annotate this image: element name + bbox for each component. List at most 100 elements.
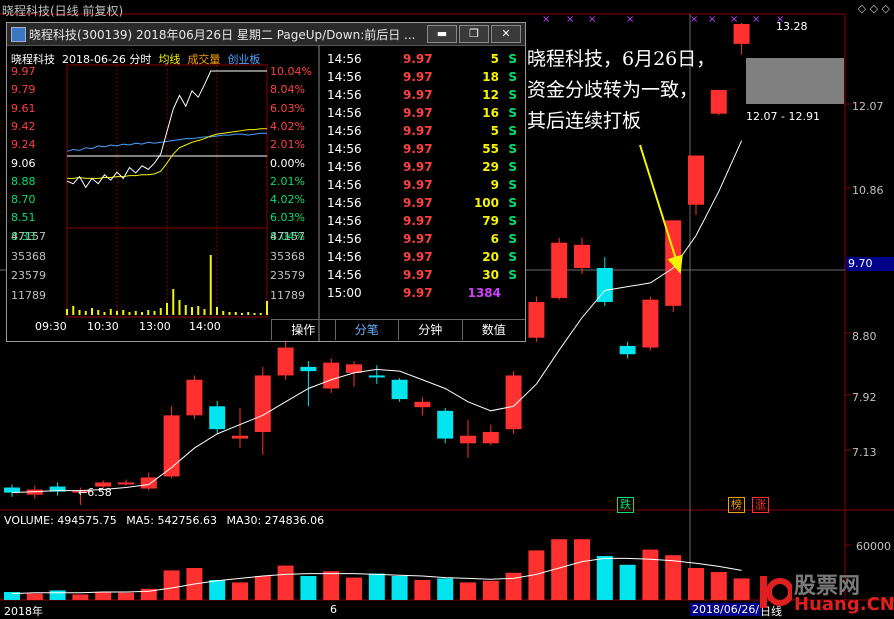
tick-time: 15:00 [327,286,362,300]
tick-time: 14:56 [327,268,362,282]
x-marker: × [752,14,760,25]
tick-side: S [508,214,517,228]
tick-price: 9.97 [403,70,433,84]
candle-body [437,410,454,439]
percent-tick: 8.04% [270,83,305,97]
candle-body [186,379,203,416]
tick-volume: 12 [482,88,499,102]
volume-bar [346,577,362,600]
volume-bar [710,572,727,600]
tick-row[interactable]: 14:56 9.97 18 S [325,70,521,88]
tick-side: S [508,106,517,120]
x-marker: × [708,14,716,25]
volume-bar [232,582,248,600]
crosshair-price-marker: 9.70 [846,257,894,271]
tick-side: S [508,196,517,210]
x-axis-month: 6 [330,603,337,616]
tick-time: 14:56 [327,250,362,264]
event-badge-rise[interactable]: 涨 [752,497,769,513]
tab-values[interactable]: 数值 [461,320,526,340]
tick-time: 14:56 [327,142,362,156]
volume-bar [414,580,431,600]
tick-price: 9.97 [403,250,433,264]
tick-row[interactable]: 14:56 9.97 6 S [325,232,521,250]
tick-row[interactable]: 14:56 9.97 20 S [325,250,521,268]
event-badge-fall[interactable]: 跌 [617,497,634,513]
tick-row[interactable]: 15:00 9.97 1384 [325,286,521,304]
tick-volume: 5 [490,52,499,66]
volume-tick: 35368 [270,249,305,263]
tick-side: S [508,250,517,264]
candle-body [688,155,704,205]
price-tick: 9.06 [11,156,36,170]
candle-body [368,375,385,378]
candle-body [574,244,590,269]
range-label: 12.07 - 12.91 [746,110,820,123]
volume-tick: 47157 [11,230,46,243]
price-tick: 9.79 [11,83,36,97]
tick-row[interactable]: 14:56 9.97 12 S [325,88,521,106]
tick-volume: 1384 [467,286,501,300]
tab-operation[interactable]: 操作 [271,320,335,340]
tick-row[interactable]: 14:56 9.97 79 S [325,214,521,232]
watermark: 股票网 Huang.CN [758,566,894,618]
time-tick: 10:30 [87,320,119,333]
volume-legend: 成交量 [187,53,221,66]
volume-tick: 35368 [11,249,46,263]
x-axis-year: 2018年 [4,605,43,618]
tick-row[interactable]: 14:56 9.97 16 S [325,106,521,124]
candle-body [551,242,568,299]
volume-bar [323,571,340,600]
candle-body [619,345,636,355]
candle-body [733,24,750,44]
tick-detail-table[interactable]: 14:56 9.97 5 S 14:56 9.97 18 S 14:56 9.97 12 S 14:56… [325,52,521,304]
tick-row[interactable]: 14:56 9.97 30 S [325,268,521,286]
tick-row[interactable]: 14:56 9.97 5 S [325,124,521,142]
percent-tick: 2.01% [270,138,305,152]
tick-price: 9.97 [403,214,433,228]
tick-side: S [508,124,517,138]
tick-time: 14:56 [327,70,362,84]
tick-volume: 30 [482,268,499,282]
price-tick: 12.07 [852,100,884,113]
avg-line-legend: 均线 [158,53,181,66]
candle-body [4,487,20,493]
price-tick: 8.88 [11,174,36,188]
popup-tabs[interactable]: 操作 分笔 分钟 数值 [271,319,525,340]
tab-minutes[interactable]: 分钟 [398,320,462,340]
window-control-icons[interactable]: ◇ ◇ ◇ [858,2,890,15]
tick-price: 9.97 [403,124,433,138]
volume-bar [277,565,294,600]
tick-time: 14:56 [327,88,362,102]
percent-tick: 10.04% [270,65,312,78]
annotation-arrow [639,144,683,274]
tab-ticks[interactable]: 分笔 [334,320,399,340]
candle-body [414,401,431,408]
volume-tick: 11789 [11,288,46,302]
tick-price: 9.97 [403,106,433,120]
tick-row[interactable]: 14:56 9.97 55 S [325,142,521,160]
intraday-popup-window[interactable]: 晓程科技(300139) 2018年06月26日 星期二 PageUp/Down… [6,22,526,342]
tick-side: S [508,232,517,246]
tick-volume: 20 [482,250,499,264]
tick-row[interactable]: 14:56 9.97 5 S [325,52,521,70]
tick-price: 9.97 [403,232,433,246]
annotation-line: 其后连续打板 [527,110,642,132]
price-tick: 10.86 [852,184,884,197]
time-tick: 09:30 [35,320,67,333]
volume-tick: 11789 [270,288,305,302]
tick-row[interactable]: 14:56 9.97 29 S [325,160,521,178]
annotation-text: 晓程科技，6月26日， 资金分歧转为一致， 其后连续打板 [527,44,715,137]
ma5-value: MA5: 542756.63 [126,514,217,527]
event-badge-list[interactable]: 榜 [728,497,745,513]
tick-row[interactable]: 14:56 9.97 9 S [325,178,521,196]
volume-bar [574,539,590,600]
tick-side: S [508,142,517,156]
candle-body [118,482,134,485]
percent-tick: 6.03% [270,101,305,115]
tick-row[interactable]: 14:56 9.97 100 S [325,196,521,214]
ma30-value: MA30: 274836.06 [226,514,325,527]
candle-body [300,366,317,372]
tick-side: S [508,70,517,84]
volume-bar [26,593,43,600]
